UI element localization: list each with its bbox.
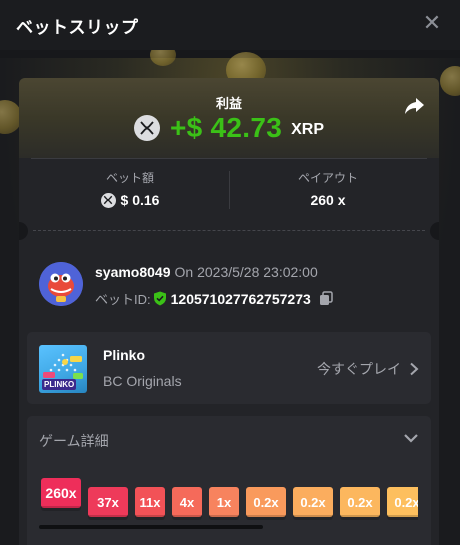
copy-icon[interactable]: [319, 291, 333, 306]
game-details-panel: ゲーム詳細 260x 37x 11x 4x 1x 0.2x 0.2x 0.2x 0.2x: [27, 416, 431, 545]
modal-header: ベットスリップ ✕: [0, 0, 460, 50]
multiplier-slot: 4x: [172, 487, 202, 520]
bet-amount-value: $ 0.16: [120, 192, 160, 208]
bet-amount-stat: ベット額 $ 0.16: [31, 169, 229, 208]
profit-row: +$ 42.73 XRP: [19, 112, 439, 144]
multiplier-slot: 0.2x: [246, 487, 286, 520]
bet-amount-label: ベット額: [105, 171, 154, 185]
game-provider: BC Originals: [103, 373, 182, 389]
ticket-notch: [430, 222, 439, 240]
profit-section: 利益 +$ 42.73 XRP: [19, 78, 439, 158]
game-details-title: ゲーム詳細: [39, 433, 109, 449]
avatar[interactable]: [39, 262, 83, 306]
game-thumbnail[interactable]: PLINKO: [39, 345, 87, 393]
bet-id-label: ベットID:: [95, 292, 151, 307]
multiplier-slot: 0.2x: [340, 487, 380, 520]
multiplier-slot: 11x: [135, 487, 165, 520]
xrp-icon: [100, 192, 116, 208]
game-thumbnail-logo: PLINKO: [42, 379, 77, 390]
game-row[interactable]: PLINKO Plinko BC Originals 今すぐプレイ: [27, 332, 431, 404]
game-name: Plinko: [103, 347, 146, 363]
bet-slip-card: 利益 +$ 42.73 XRP ベット額 $ 0.16 ペイアウト 260 x: [19, 78, 439, 545]
multiplier-slot: 1x: [209, 487, 239, 520]
bet-id-value: 120571027762757273: [170, 290, 311, 307]
payout-value: 260 x: [310, 192, 346, 208]
profit-label: 利益: [215, 96, 242, 111]
ticket-notch: [19, 222, 28, 240]
multiplier-row: 260x 37x 11x 4x 1x 0.2x 0.2x 0.2x 0.2x: [41, 478, 418, 524]
play-now-label: 今すぐプレイ: [317, 361, 401, 377]
modal-title: ベットスリップ: [16, 17, 139, 37]
bet-id-row: ベットID: 120571027762757273: [95, 289, 333, 308]
close-icon[interactable]: ✕: [422, 12, 442, 34]
payout-stat: ペイアウト 260 x: [229, 169, 427, 208]
bet-stats: ベット額 $ 0.16 ペイアウト 260 x: [31, 158, 427, 214]
user-info: syamo8049 On 2023/5/28 23:02:00 ベットID: 12…: [39, 262, 429, 312]
coin-decoration: [440, 66, 460, 96]
multiplier-slot-hit: 260x: [41, 478, 81, 511]
ticket-divider: [33, 230, 425, 231]
multiplier-slot: 0.2x: [293, 487, 333, 520]
multiplier-slot: 0.2x: [387, 487, 418, 520]
horizontal-scrollbar[interactable]: [39, 525, 263, 529]
xrp-icon: [133, 115, 160, 141]
user-line: syamo8049 On 2023/5/28 23:02:00: [95, 264, 318, 280]
play-now-link[interactable]: 今すぐプレイ: [317, 359, 419, 379]
bet-date: On 2023/5/28 23:02:00: [174, 264, 318, 280]
shield-check-icon: [153, 291, 166, 306]
chevron-right-icon: [410, 362, 419, 376]
profit-amount: +$ 42.73: [169, 112, 283, 143]
chevron-down-icon[interactable]: [403, 430, 419, 446]
multiplier-slot: 37x: [88, 487, 128, 520]
bet-amount-value-row: $ 0.16: [31, 192, 229, 208]
username[interactable]: syamo8049: [95, 264, 171, 280]
profit-unit: XRP: [291, 121, 325, 138]
payout-label: ペイアウト: [297, 171, 358, 185]
share-icon[interactable]: [403, 94, 425, 116]
